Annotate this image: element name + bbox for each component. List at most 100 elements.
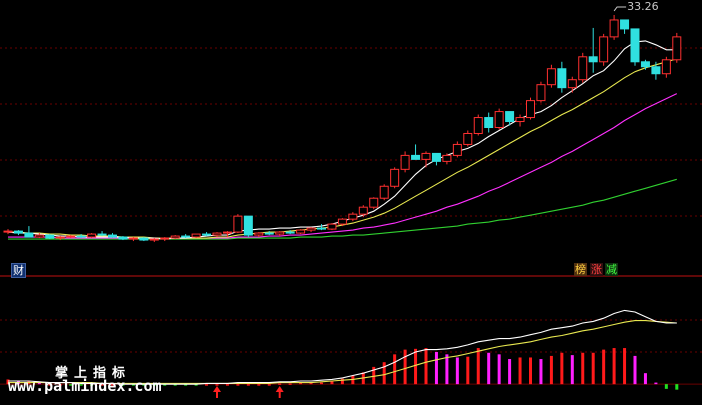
candle-down bbox=[640, 59, 650, 70]
candle-body bbox=[609, 19, 619, 38]
candle-body bbox=[661, 59, 671, 75]
candle-up bbox=[296, 229, 306, 235]
peak-marker bbox=[613, 6, 627, 12]
macd-bar-negative bbox=[675, 384, 679, 390]
candle-body bbox=[640, 61, 650, 68]
candle-body bbox=[557, 68, 567, 89]
candle-body bbox=[431, 152, 441, 162]
candle-up bbox=[567, 76, 577, 93]
stock-chart-window: 33.26 财 榜 涨 减 掌上指标 www.palmindex.com bbox=[0, 0, 702, 405]
macd-bar-positive bbox=[518, 357, 522, 385]
candle-up bbox=[170, 235, 180, 240]
candle-up bbox=[515, 114, 525, 127]
candle-up bbox=[473, 114, 483, 136]
macd-bar-positive bbox=[529, 357, 532, 385]
candle-up bbox=[212, 232, 222, 238]
candle-down bbox=[620, 19, 630, 34]
candle-body bbox=[181, 235, 191, 238]
candle-down bbox=[24, 226, 34, 238]
ma60-line bbox=[8, 178, 677, 240]
candle-body bbox=[327, 223, 337, 230]
macd-bar-positive bbox=[466, 356, 470, 385]
candle-body bbox=[45, 234, 55, 239]
candle-up bbox=[442, 153, 452, 165]
candle-down bbox=[630, 28, 640, 66]
candle-body bbox=[379, 185, 389, 199]
rise-tag[interactable]: 涨 bbox=[590, 263, 603, 276]
candle-up bbox=[128, 237, 138, 242]
candle-up bbox=[160, 237, 170, 242]
candle-body bbox=[139, 237, 149, 241]
candle-up bbox=[421, 151, 431, 168]
candle-body bbox=[13, 230, 23, 234]
macd-bar-positive bbox=[340, 378, 344, 385]
candle-body bbox=[358, 206, 368, 215]
candle-up bbox=[327, 223, 337, 231]
candle-up bbox=[599, 33, 609, 66]
candle-body bbox=[494, 111, 504, 129]
candle-body bbox=[578, 56, 588, 81]
buy-signal-arrow bbox=[213, 386, 221, 398]
candle-up bbox=[348, 212, 358, 222]
candle-body bbox=[306, 227, 316, 231]
candle-body bbox=[66, 235, 76, 238]
candle-up bbox=[546, 64, 556, 88]
candle-body bbox=[546, 68, 556, 86]
reduce-tag[interactable]: 减 bbox=[605, 263, 618, 276]
candle-body bbox=[275, 231, 285, 235]
candle-up bbox=[494, 108, 504, 130]
candle-body bbox=[421, 152, 431, 160]
candle-body bbox=[128, 237, 138, 240]
candle-body bbox=[34, 234, 44, 238]
macd-bar-positive bbox=[403, 349, 407, 385]
ma5-line bbox=[7, 40, 677, 240]
macd-bar-positive bbox=[215, 384, 219, 386]
candle-body bbox=[191, 233, 201, 238]
candle-down bbox=[181, 234, 191, 239]
peak-price-label: 33.26 bbox=[627, 0, 659, 13]
candle-body bbox=[599, 36, 609, 63]
macd-bar-positive bbox=[236, 384, 240, 386]
candle-body bbox=[264, 232, 274, 235]
macd-bar-positive bbox=[602, 349, 606, 385]
candle-up bbox=[463, 130, 473, 147]
macd-bar-positive bbox=[508, 359, 512, 385]
candle-down bbox=[243, 215, 253, 238]
candle-up bbox=[609, 14, 619, 40]
macd-bar-positive bbox=[320, 382, 323, 385]
candle-up bbox=[390, 167, 400, 189]
rank-tag[interactable]: 榜 bbox=[574, 263, 587, 276]
arrow-head bbox=[275, 386, 284, 392]
candle-body bbox=[651, 66, 661, 75]
candle-body bbox=[108, 234, 117, 238]
macd-bar-positive bbox=[497, 354, 501, 385]
candle-body bbox=[170, 235, 180, 239]
macd-bar-positive bbox=[476, 348, 480, 385]
candle-body bbox=[243, 215, 253, 236]
macd-bar-positive bbox=[455, 357, 459, 385]
macd-bar-positive bbox=[414, 348, 418, 385]
macd-bar-positive bbox=[643, 373, 647, 385]
candle-body bbox=[87, 233, 97, 238]
candle-body bbox=[672, 36, 682, 61]
candle-body bbox=[222, 231, 232, 234]
macd-bar-positive bbox=[549, 355, 553, 385]
candle-down bbox=[202, 232, 212, 237]
candle-body bbox=[149, 238, 159, 241]
candle-up bbox=[149, 238, 159, 243]
candle-body bbox=[473, 117, 483, 134]
candle-up bbox=[3, 229, 13, 235]
candle-up bbox=[400, 151, 410, 173]
candle-up bbox=[536, 81, 546, 103]
candle-body bbox=[442, 154, 452, 162]
candle-up bbox=[661, 56, 671, 78]
candlestick-series bbox=[3, 14, 682, 243]
candle-body bbox=[254, 232, 264, 236]
candle-up bbox=[87, 233, 97, 239]
candle-down bbox=[431, 152, 441, 166]
candle-down bbox=[97, 231, 107, 237]
candle-body bbox=[588, 56, 598, 63]
candle-body bbox=[390, 168, 400, 187]
macd-bar-positive bbox=[393, 354, 397, 385]
finance-tag[interactable]: 财 bbox=[11, 263, 26, 278]
